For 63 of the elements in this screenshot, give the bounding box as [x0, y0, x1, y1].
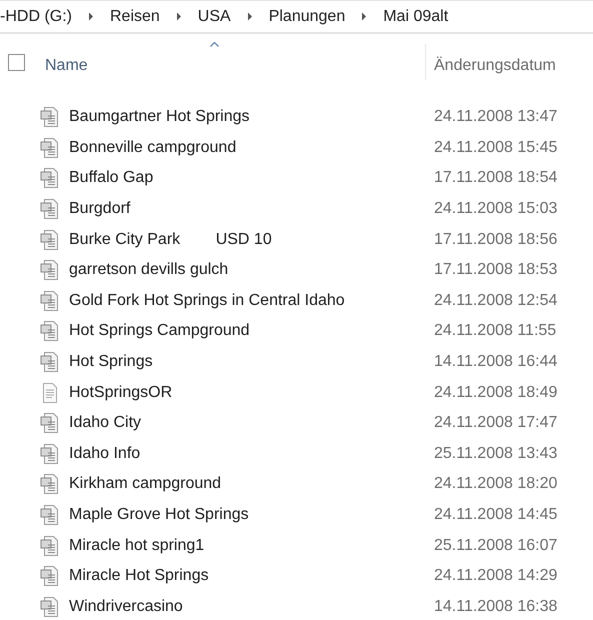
breadcrumb-item[interactable]: Reisen: [110, 8, 160, 26]
document-icon: [40, 442, 60, 465]
modified-date: 25.11.2008 13:43: [434, 444, 558, 463]
document-icon: [40, 412, 60, 434]
document-icon: [40, 106, 60, 128]
modified-date: 25.11.2008 16:07: [434, 536, 558, 555]
file-name[interactable]: Idaho City: [69, 414, 432, 432]
file-name[interactable]: HotSpringsOR: [69, 384, 432, 402]
document-icon: [40, 198, 60, 220]
modified-date: 24.11.2008 15:45: [434, 138, 558, 157]
text-file-icon: [40, 382, 60, 404]
document-icon: [40, 167, 60, 190]
modified-date: 24.11.2008 13:47: [434, 108, 558, 126]
chevron-icon: [88, 12, 94, 21]
breadcrumb-item[interactable]: USA: [198, 8, 231, 26]
file-name[interactable]: Idaho Info: [69, 444, 432, 463]
modified-date: 24.11.2008 12:54: [434, 292, 558, 310]
chevron-icon: [361, 12, 368, 21]
file-name[interactable]: Maple Grove Hot Springs: [69, 506, 432, 524]
file-name[interactable]: Windrivercasino: [69, 598, 432, 616]
modified-date: 24.11.2008 18:20: [434, 475, 558, 494]
document-icon: [40, 596, 60, 618]
modified-date: 14.11.2008 16:44: [434, 353, 558, 372]
document-icon: [40, 504, 60, 526]
modified-date: 17.11.2008 18:54: [434, 169, 558, 188]
file-name[interactable]: Gold Fork Hot Springs in Central Idaho: [69, 292, 432, 310]
document-icon: [40, 290, 60, 312]
document-icon: [40, 534, 60, 557]
file-name[interactable]: Burke City Park USD 10: [69, 230, 432, 249]
breadcrumb-item[interactable]: Mai 09alt: [383, 8, 448, 26]
file-name[interactable]: Hot Springs Campground: [69, 322, 432, 340]
modified-date: 24.11.2008 17:47: [434, 414, 558, 432]
select-all-checkbox[interactable]: [8, 54, 25, 70]
file-name[interactable]: Miracle Hot Springs: [69, 567, 432, 586]
file-name[interactable]: Miracle hot spring1: [69, 536, 432, 555]
chevron-icon: [176, 12, 182, 21]
document-icon: [40, 228, 60, 251]
file-name[interactable]: garretson devills gulch: [69, 261, 432, 280]
file-name[interactable]: Burgdorf: [69, 200, 432, 218]
document-icon: [40, 351, 60, 374]
document-icon: [40, 565, 60, 588]
modified-date: 24.11.2008 14:45: [434, 506, 558, 524]
chevron-icon: [246, 12, 253, 21]
file-name[interactable]: Buffalo Gap: [69, 169, 432, 188]
document-icon: [40, 473, 60, 496]
modified-date: 17.11.2008 18:53: [434, 261, 558, 280]
file-name[interactable]: Bonneville campground: [69, 138, 432, 157]
breadcrumb-item[interactable]: -HDD (G:): [0, 8, 72, 26]
column-header[interactable]: Name: [45, 49, 425, 75]
file-name[interactable]: Baumgartner Hot Springs: [69, 108, 432, 126]
breadcrumb-item[interactable]: Planungen: [268, 8, 346, 26]
modified-date: 24.11.2008 18:49: [434, 384, 558, 402]
modified-date: 24.11.2008 11:55: [434, 322, 556, 340]
modified-date: 17.11.2008 18:56: [434, 230, 558, 249]
modified-date: 24.11.2008 15:03: [434, 200, 558, 218]
document-icon: [40, 259, 60, 282]
file-name[interactable]: Kirkham campground: [69, 475, 432, 494]
file-name[interactable]: Hot Springs: [69, 353, 432, 372]
modified-date: 24.11.2008 14:29: [434, 567, 558, 586]
column-header[interactable]: Änderungsdatum: [425, 44, 556, 80]
document-icon: [40, 320, 60, 342]
modified-date: 14.11.2008 16:38: [434, 598, 558, 616]
document-icon: [40, 136, 60, 159]
